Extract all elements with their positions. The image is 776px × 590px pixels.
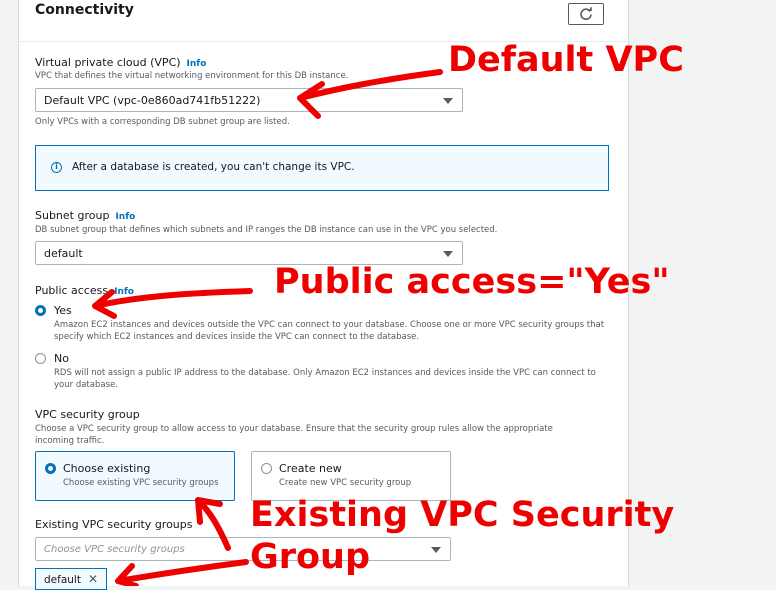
arrow-existing-sg xyxy=(195,497,231,551)
annotation-existing-sg-line1: Existing VPC Security xyxy=(250,495,675,535)
arrow-group xyxy=(115,559,249,586)
annotation-public-access: Public access="Yes" xyxy=(274,262,670,302)
arrow-public-access xyxy=(92,288,253,319)
annotation-default-vpc: Default VPC xyxy=(448,40,684,80)
annotation-existing-sg-line2: Group xyxy=(250,537,371,577)
arrow-default-vpc xyxy=(297,69,443,119)
